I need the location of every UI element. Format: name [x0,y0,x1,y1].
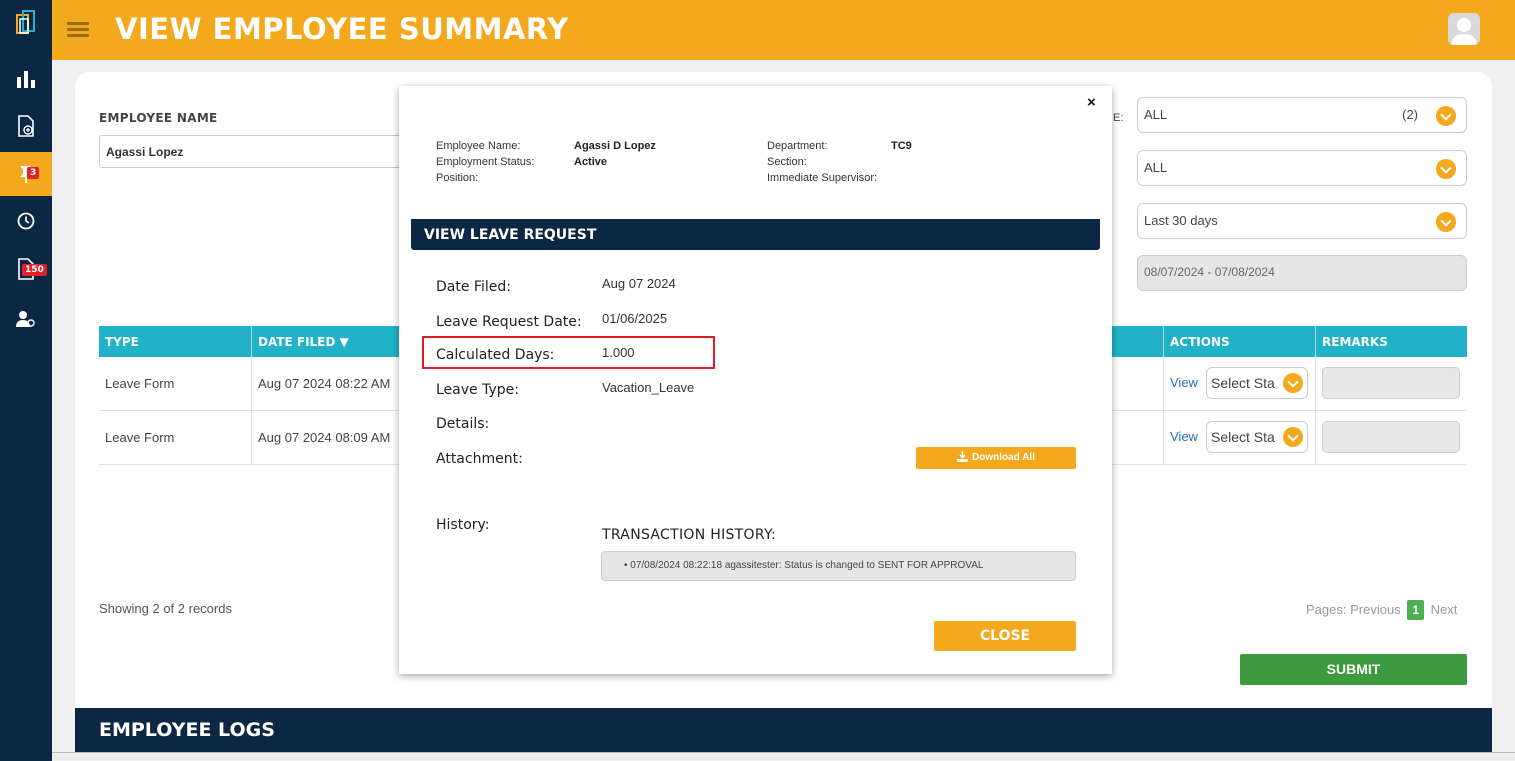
pin-icon[interactable]: 3 [0,152,52,196]
details-label: Details: [436,416,490,432]
employee-logs-header: EMPLOYEE LOGS [75,708,1492,752]
download-all-button[interactable]: Download All [916,447,1076,469]
section-label: Section: [767,156,807,168]
pagination: Pages: Previous 1 Next [1306,600,1457,620]
transaction-history-title: TRANSACTION HISTORY: [602,527,776,543]
supervisor-label: Immediate Supervisor: [767,172,878,184]
previous-page-link[interactable]: Previous [1350,602,1401,617]
period-filter-select[interactable]: Last 30 days [1137,203,1467,239]
date-filed-label: Date Filed: [436,279,511,295]
date-range-field: 08/07/2024 - 07/08/2024 [1137,255,1467,291]
employment-status-value: Active [574,156,608,168]
status-select-value: Select Sta [1211,429,1275,445]
pages-label: Pages: [1306,602,1347,617]
chevron-down-icon [1436,159,1456,179]
employee-name-label: EMPLOYEE NAME [99,111,218,125]
status-filter-select[interactable]: ALL (2) [1137,97,1467,133]
view-link[interactable]: View [1170,375,1198,390]
chevron-down-icon [1436,106,1456,126]
chevron-down-icon [1436,212,1456,232]
remarks-input[interactable] [1322,421,1460,453]
submit-button[interactable]: SUBMIT [1240,654,1467,685]
row-date-filed: Aug 07 2024 08:09 AM [258,430,391,445]
col-type: TYPE [105,335,139,349]
period-filter-value: Last 30 days [1144,213,1218,228]
position-label: Position: [436,172,479,184]
close-button[interactable]: CLOSE [934,621,1076,651]
col-date-filed[interactable]: DATE FILED ▼ [258,335,349,349]
close-icon[interactable]: × [1087,94,1096,111]
row-type: Leave Form [105,376,175,391]
col-actions: ACTIONS [1170,335,1230,349]
pin-badge: 3 [27,167,40,179]
view-link[interactable]: View [1170,429,1198,444]
leave-request-modal: × Employee Name: Employment Status: Posi… [399,86,1112,674]
employment-status-label: Employment Status: [436,156,535,168]
employee-name-input[interactable]: Agassi Lopez [99,135,409,168]
chevron-down-icon [1283,373,1303,393]
bottom-strip [52,752,1515,761]
next-page-link[interactable]: Next [1431,602,1458,617]
user-settings-icon[interactable] [0,297,52,341]
records-count: Showing 2 of 2 records [99,601,232,616]
download-all-label: Download All [972,452,1035,463]
department-label: Department: [767,140,828,152]
row-date-filed: Aug 07 2024 08:22 AM [258,376,391,391]
page-title: VIEW EMPLOYEE SUMMARY [115,12,569,46]
col-remarks: REMARKS [1322,335,1388,349]
attachment-label: Attachment: [436,451,523,467]
document-badge: 150 [22,264,47,276]
calculated-days-label: Calculated Days: [436,347,555,363]
hamburger-menu-icon[interactable] [67,22,89,38]
history-list: • 07/08/2024 08:22:18 agassitester: Stat… [601,551,1076,581]
page-number-current[interactable]: 1 [1407,600,1424,620]
view-leave-request-header: VIEW LEAVE REQUEST [411,219,1100,250]
download-icon [957,451,969,462]
sidebar: 3 150 [0,0,52,761]
add-document-icon[interactable] [0,104,52,148]
history-entry: 07/08/2024 08:22:18 agassitester: Status… [630,560,984,571]
leave-type-value: Vacation_Leave [602,380,695,395]
date-filed-value: Aug 07 2024 [602,276,676,291]
bar-chart-icon[interactable] [0,57,52,101]
status-select[interactable]: Select Sta [1206,367,1308,399]
type-filter-value: ALL [1144,160,1168,175]
type-filter-select[interactable]: ALL [1137,150,1467,186]
department-value: TC9 [891,140,912,152]
status-select-value: Select Sta [1211,375,1275,391]
leave-request-date-value: 01/06/2025 [602,311,668,326]
employee-name-value: Agassi D Lopez [574,140,656,152]
clock-icon[interactable] [0,199,52,243]
status-filter-label: E: [1113,112,1124,124]
employee-name-label: Employee Name: [436,140,521,152]
remarks-input[interactable] [1322,367,1460,399]
chevron-down-icon [1283,427,1303,447]
status-filter-value: ALL [1144,107,1168,122]
leave-type-label: Leave Type: [436,382,519,398]
calculated-days-value: 1.000 [602,345,635,360]
avatar[interactable] [1448,13,1480,45]
status-select[interactable]: Select Sta [1206,421,1308,453]
row-type: Leave Form [105,430,175,445]
document-icon[interactable]: 150 [0,247,52,291]
building-logo-icon[interactable] [0,0,52,46]
leave-request-date-label: Leave Request Date: [436,314,582,330]
history-label: History: [436,517,490,533]
status-filter-count: (2) [1402,107,1418,122]
top-bar: VIEW EMPLOYEE SUMMARY [52,0,1515,60]
